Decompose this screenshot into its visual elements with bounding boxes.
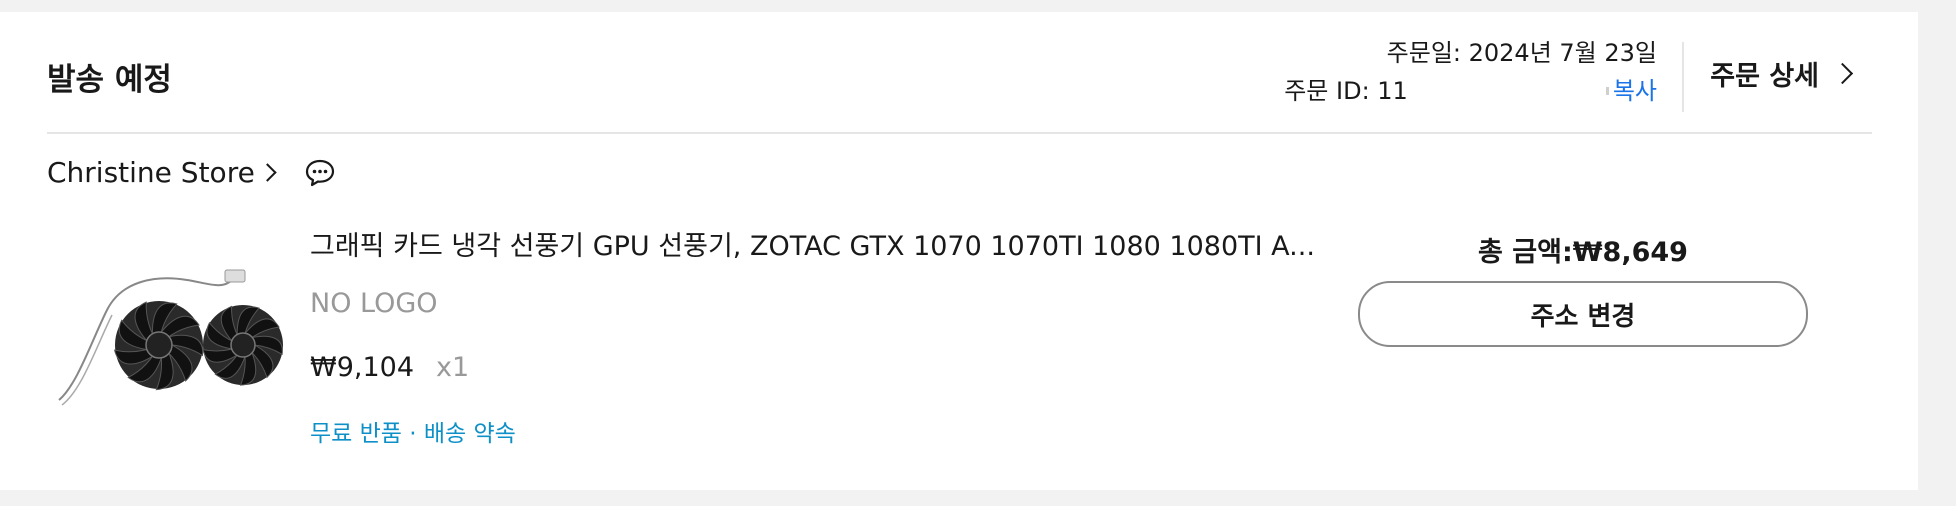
- chevron-right-icon: [1831, 62, 1854, 85]
- store-row: Christine Store: [47, 156, 336, 189]
- order-detail-label: 주문 상세: [1710, 61, 1819, 92]
- order-card: 발송 예정 주문일: 2024년 7월 23일 주문 ID: 11 복사 주문 …: [0, 12, 1918, 490]
- order-status: 발송 예정: [47, 62, 172, 98]
- store-name-link[interactable]: Christine Store: [47, 156, 255, 189]
- order-date: 주문일: 2024년 7월 23일: [1386, 39, 1657, 67]
- change-address-button[interactable]: 주소 변경: [1358, 281, 1808, 347]
- service-tags: 무료 반품 · 배송 약속: [310, 421, 516, 447]
- product-title-link[interactable]: 그래픽 카드 냉각 선풍기 GPU 선풍기, ZOTAC GTX 1070 10…: [310, 224, 1315, 263]
- product-price: ₩9,104: [310, 352, 414, 383]
- header-divider: [1682, 42, 1684, 112]
- chat-bubble-icon[interactable]: [304, 158, 336, 188]
- order-meta: 주문일: 2024년 7월 23일 주문 ID: 11 복사: [1284, 34, 1657, 110]
- price-row: ₩9,104 x1: [310, 352, 469, 383]
- product-variant: NO LOGO: [310, 288, 438, 319]
- chevron-right-icon: [258, 163, 277, 182]
- order-detail-link[interactable]: 주문 상세: [1710, 54, 1854, 93]
- gpu-fan-icon: [58, 269, 283, 406]
- order-id-row: 주문 ID: 11 복사: [1284, 72, 1657, 110]
- product-image[interactable]: [47, 250, 287, 430]
- order-total: 총 금액:₩8,649: [1478, 237, 1688, 268]
- order-header: 발송 예정 주문일: 2024년 7월 23일 주문 ID: 11 복사 주문 …: [47, 12, 1872, 134]
- product-quantity: x1: [436, 352, 470, 383]
- order-id-redacted: [1408, 81, 1613, 101]
- order-id: 주문 ID: 11: [1284, 77, 1408, 105]
- copy-order-id-link[interactable]: 복사: [1613, 72, 1657, 110]
